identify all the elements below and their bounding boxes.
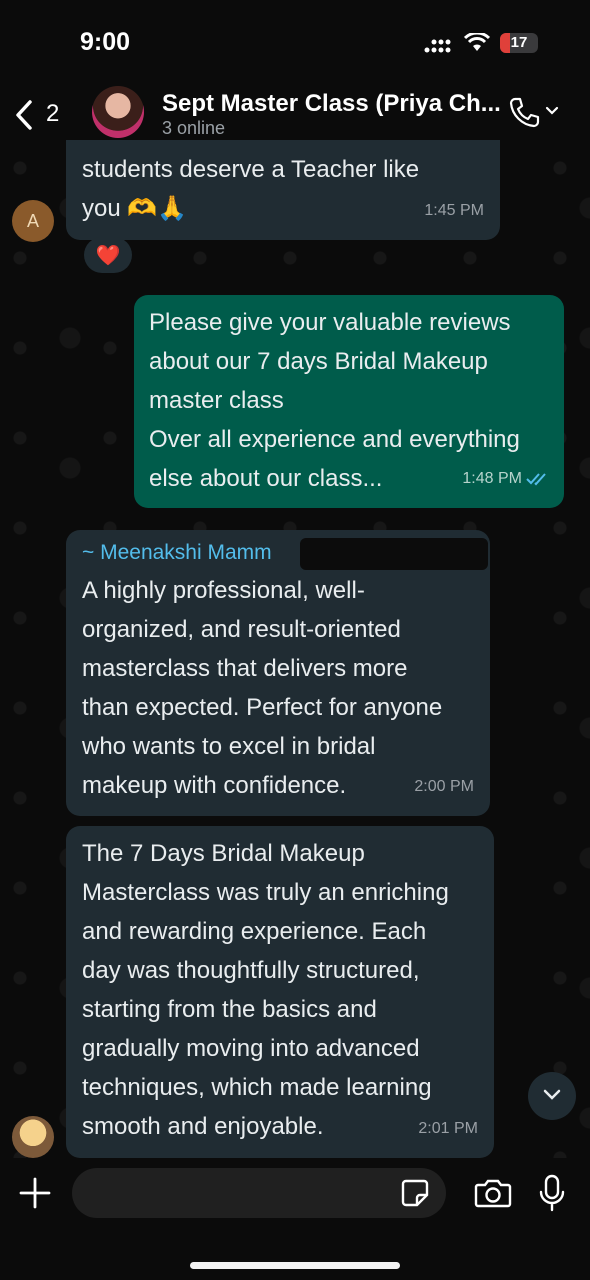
message-time-text: 1:48 PM xyxy=(462,470,522,487)
message-text: A highly professional, well- organized, … xyxy=(82,577,443,799)
message-text: students deserve a Teacher like you 🫶🙏 xyxy=(82,156,420,222)
message-time: 2:01 PM xyxy=(418,1120,478,1137)
message-bubble-incoming[interactable]: students deserve a Teacher like you 🫶🙏 1… xyxy=(66,140,500,240)
voice-call-icon[interactable] xyxy=(508,96,540,128)
clock: 9:00 xyxy=(80,28,131,56)
home-indicator xyxy=(190,1262,400,1269)
message-time: 1:48 PM xyxy=(462,459,550,498)
cellular-signal-icon xyxy=(424,39,451,53)
sender-name[interactable]: ~ Meenakshi Mamm xyxy=(82,538,272,568)
group-avatar[interactable] xyxy=(92,86,144,138)
status-bar: 9:00 17 xyxy=(0,0,590,80)
message-bubble-incoming[interactable]: The 7 Days Bridal Makeup Masterclass was… xyxy=(66,826,494,1158)
sender-avatar[interactable] xyxy=(12,1116,54,1158)
wifi-icon xyxy=(464,33,490,51)
sender-avatar[interactable]: A xyxy=(12,200,54,242)
group-name[interactable]: Sept Master Class (Priya Ch... xyxy=(162,90,501,118)
message-bubble-outgoing[interactable]: Please give your valuable reviews about … xyxy=(134,295,564,508)
chevron-down-icon xyxy=(543,1089,561,1100)
message-time: 2:00 PM xyxy=(414,778,474,795)
message-text: The 7 Days Bridal Makeup Masterclass was… xyxy=(82,840,449,1140)
chat-header[interactable]: 2 Sept Master Class (Priya Ch... 3 onlin… xyxy=(0,80,590,148)
sticker-icon[interactable] xyxy=(400,1178,430,1208)
plus-icon[interactable] xyxy=(18,1176,52,1210)
scroll-to-bottom-button[interactable] xyxy=(528,1072,576,1120)
message-bubble-incoming[interactable]: ~ Meenakshi Mamm A highly professional, … xyxy=(66,530,490,816)
online-status: 3 online xyxy=(162,118,226,138)
battery-level: 17 xyxy=(510,34,528,51)
battery-icon: 17 xyxy=(500,33,538,53)
message-input[interactable] xyxy=(72,1168,446,1218)
back-chevron-icon[interactable] xyxy=(12,98,36,132)
microphone-icon[interactable] xyxy=(538,1174,566,1212)
reaction-heart[interactable]: ❤️ xyxy=(84,237,132,273)
unread-chats-count[interactable]: 2 xyxy=(46,100,59,128)
double-check-icon xyxy=(526,472,546,485)
message-composer xyxy=(0,1158,590,1280)
chevron-down-icon[interactable] xyxy=(545,106,559,116)
camera-icon[interactable] xyxy=(474,1178,512,1208)
redacted-phone-number xyxy=(300,538,488,570)
message-time: 1:45 PM xyxy=(424,202,484,219)
